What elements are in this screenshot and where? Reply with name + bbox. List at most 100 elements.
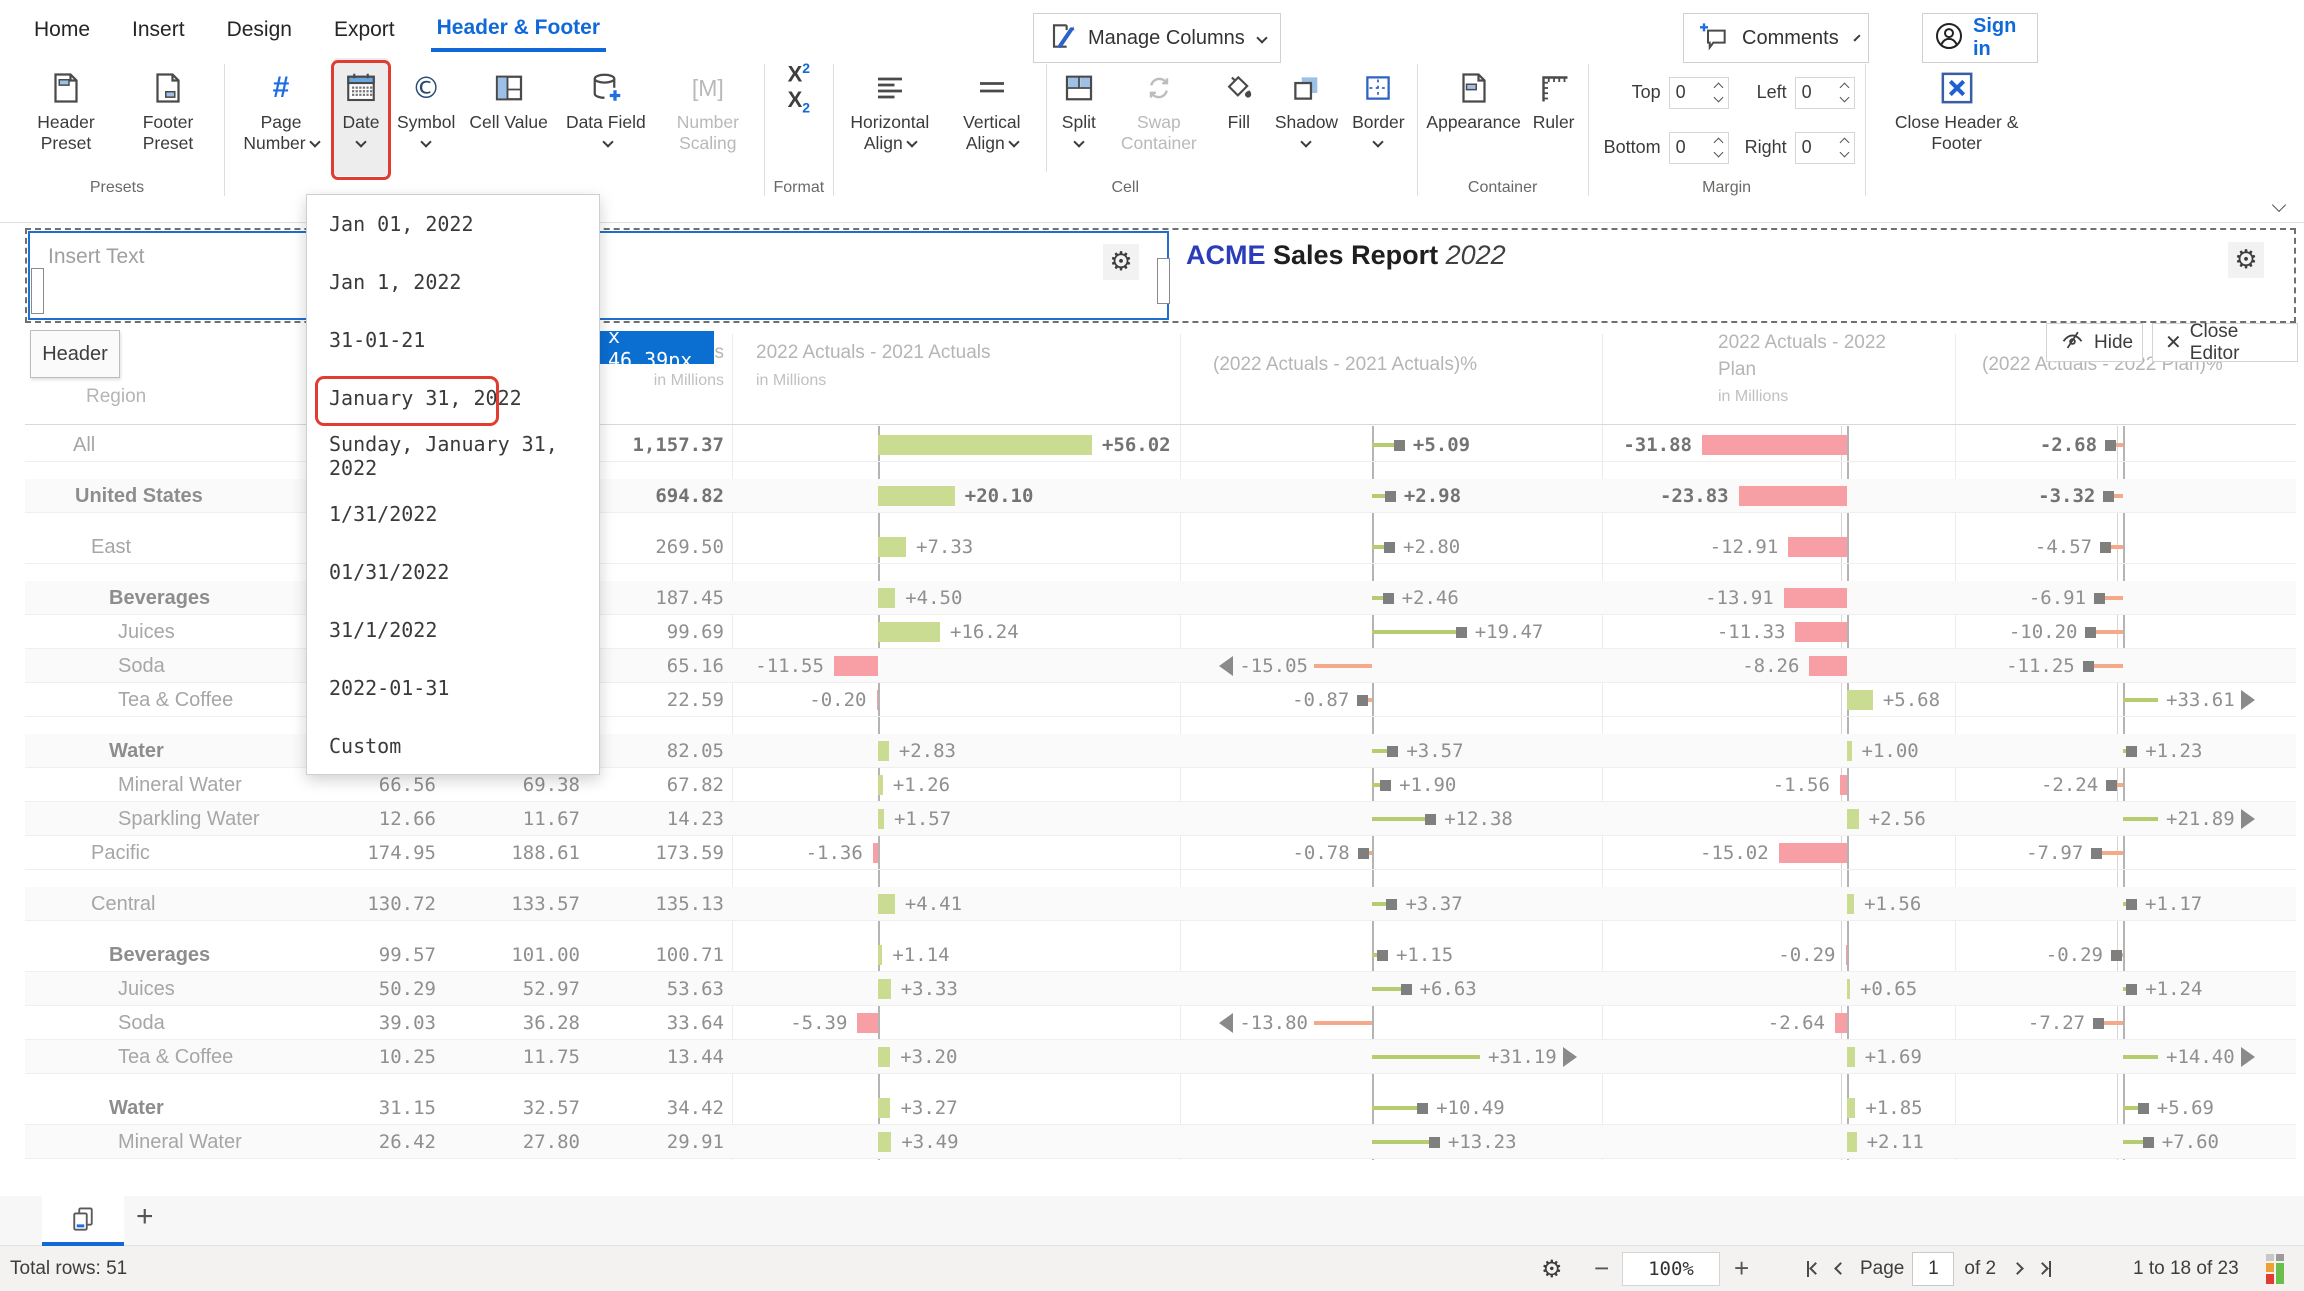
variance-bar [834,656,878,676]
ribbon-button-header-preset[interactable]: Header Preset [16,58,116,176]
ribbon-button-ruler[interactable]: Ruler [1526,58,1582,176]
dropdown-item-7[interactable]: 01/31/2022 [307,543,599,601]
tab-header-footer[interactable]: Header & Footer [431,6,606,52]
margin-top-input[interactable]: 0 [1669,77,1729,109]
margin-right-input[interactable]: 0 [1795,132,1855,164]
ribbon-button-border[interactable]: Border [1346,58,1411,176]
tab-export[interactable]: Export [328,8,401,50]
ribbon-button-appearance[interactable]: Appearance [1424,58,1524,176]
table-row-water[interactable]: Water31.1532.5734.42+3.27+10.49+1.85+5.6… [25,1091,2296,1125]
variance-pin: -0.78 [1292,836,1372,870]
hide-button[interactable]: Hide [2046,323,2143,362]
variance-pin: +13.23 [1372,1125,1517,1159]
variance-bar [1847,690,1873,710]
symbol-label: Symbol [397,112,455,133]
margin-left-input[interactable]: 0 [1795,77,1855,109]
table-row-soda[interactable]: Soda39.0336.2833.64-5.39-13.80-2.64-7.27 [25,1006,2296,1040]
previous-page-button[interactable] [1829,1264,1852,1273]
variance-label: +2.83 [899,734,956,768]
variance-label: -12.91 [1710,530,1779,564]
tab-home[interactable]: Home [28,8,96,50]
ribbon-button-horizontal-align[interactable]: Horizontal Align [840,58,940,176]
dropdown-item-1[interactable]: Jan 01, 2022 [307,195,599,253]
margin-bottom-input[interactable]: 0 [1669,132,1729,164]
variance-bar [1847,809,1859,829]
variance-pin: +31.19 [1372,1040,1577,1074]
settings-gear-icon[interactable]: ⚙ [1541,1246,1563,1291]
variance-pin: +1.90 [1372,768,1456,802]
dropdown-item-3[interactable]: 31-01-21 [307,311,599,369]
ribbon-group-cell: Horizontal AlignVertical AlignSplitSwap … [836,58,1415,200]
ribbon-button-symbol[interactable]: ©Symbol [391,58,461,176]
region-label: Juices [118,615,175,649]
dropdown-item-4[interactable]: January 31, 2022 [307,369,599,427]
insert-text-placeholder[interactable]: Insert Text [48,245,145,269]
column-header: 2022 Actuals - 2022Planin Millions [1718,330,1886,410]
next-page-button[interactable] [2006,1264,2029,1273]
sheet-tab[interactable] [42,1196,124,1246]
first-page-button[interactable] [1800,1261,1827,1277]
ribbon-button-cell-value[interactable]: Cell Value [463,58,553,176]
shadow-icon [1289,66,1323,110]
ribbon-button-vertical-align[interactable]: Vertical Align [942,58,1042,176]
zoom-level[interactable]: 100% [1622,1246,1720,1291]
dropdown-item-2[interactable]: Jan 1, 2022 [307,253,599,311]
ribbon-button-page-number[interactable]: #Page Number [231,58,331,176]
page-of-label: of 2 [1956,1258,2004,1280]
variance-pin: -3.32 [2038,479,2123,513]
dropdown-item-9[interactable]: 2022-01-31 [307,659,599,717]
gear-icon[interactable]: ⚙ [2228,242,2264,278]
margin-bottom-label: Bottom [1599,137,1661,158]
table-row-mineral-water[interactable]: Mineral Water26.4227.8029.91+3.49+13.23+… [25,1125,2296,1159]
tab-design[interactable]: Design [221,8,298,50]
region-label: Water [109,1091,164,1125]
dropdown-item-6[interactable]: 1/31/2022 [307,485,599,543]
ribbon-button-superscript-subscript[interactable]: X2X2 [771,58,827,176]
page-number-input[interactable]: 1 [1912,1252,1954,1286]
ribbon-button-date[interactable]: Date [333,58,389,176]
resize-handle[interactable] [1157,258,1170,304]
dropdown-item-8[interactable]: 31/1/2022 [307,601,599,659]
cell-value-label: Cell Value [469,112,547,133]
table-row-pacific[interactable]: Pacific174.95188.61173.59-1.36-0.78-15.0… [25,836,2296,870]
ribbon-button-fill[interactable]: Fill [1211,58,1267,176]
variance-pin: -7.97 [2026,836,2123,870]
ribbon-button-split[interactable]: Split [1051,58,1107,176]
comments-button[interactable]: Comments [1683,13,1869,63]
table-row-juices[interactable]: Juices50.2952.9753.63+3.33+6.63+0.65+1.2… [25,972,2296,1006]
ribbon-button-shadow[interactable]: Shadow [1269,58,1344,176]
group-divider [833,64,834,196]
variance-bar [1847,1132,1857,1152]
variance-bar [1795,622,1847,642]
close-editor-button[interactable]: ✕ Close Editor [2152,323,2298,362]
data-field-icon [588,66,624,110]
hide-eye-icon [2059,326,2086,359]
manage-columns-button[interactable]: Manage Columns [1033,13,1281,63]
add-sheet-button[interactable]: + [136,1200,154,1234]
ribbon-button-footer-preset[interactable]: Footer Preset [118,58,218,176]
tab-insert[interactable]: Insert [126,8,191,50]
gear-icon[interactable]: ⚙ [1103,244,1139,280]
collapse-ribbon-chevron-icon[interactable] [2269,200,2284,218]
column-header: (2022 Actuals - 2021 Actuals)% [1213,352,1477,379]
resize-handle[interactable] [31,268,44,314]
value-cell: 22.59 [667,683,724,717]
ruler-label: Ruler [1533,112,1575,133]
chevron-down-icon [1373,136,1384,147]
table-row-central[interactable]: Central130.72133.57135.13+4.41+3.37+1.56… [25,887,2296,921]
table-row-beverages[interactable]: Beverages99.57101.00100.71+1.14+1.15-0.2… [25,938,2296,972]
last-page-button[interactable] [2031,1261,2058,1277]
zoom-out-button[interactable]: − [1594,1246,1609,1291]
dropdown-item-10[interactable]: Custom [307,717,599,775]
dropdown-item-5[interactable]: Sunday, January 31, 2022 [307,427,599,485]
sign-in-button[interactable]: Sign in [1922,13,2038,63]
ribbon-button-close-header-footer[interactable]: Close Header & Footer [1872,58,2042,176]
zoom-in-button[interactable]: + [1734,1246,1749,1291]
variance-bar [1847,894,1854,914]
region-label: Pacific [91,836,150,870]
table-row-sparkling-water[interactable]: Sparkling Water12.6611.6714.23+1.57+12.3… [25,802,2296,836]
comments-label: Comments [1742,27,1839,50]
ribbon-button-data-field[interactable]: Data Field [556,58,656,176]
region-label: Tea & Coffee [118,1040,233,1074]
table-row-tea-coffee[interactable]: Tea & Coffee10.2511.7513.44+3.20+31.19+1… [25,1040,2296,1074]
